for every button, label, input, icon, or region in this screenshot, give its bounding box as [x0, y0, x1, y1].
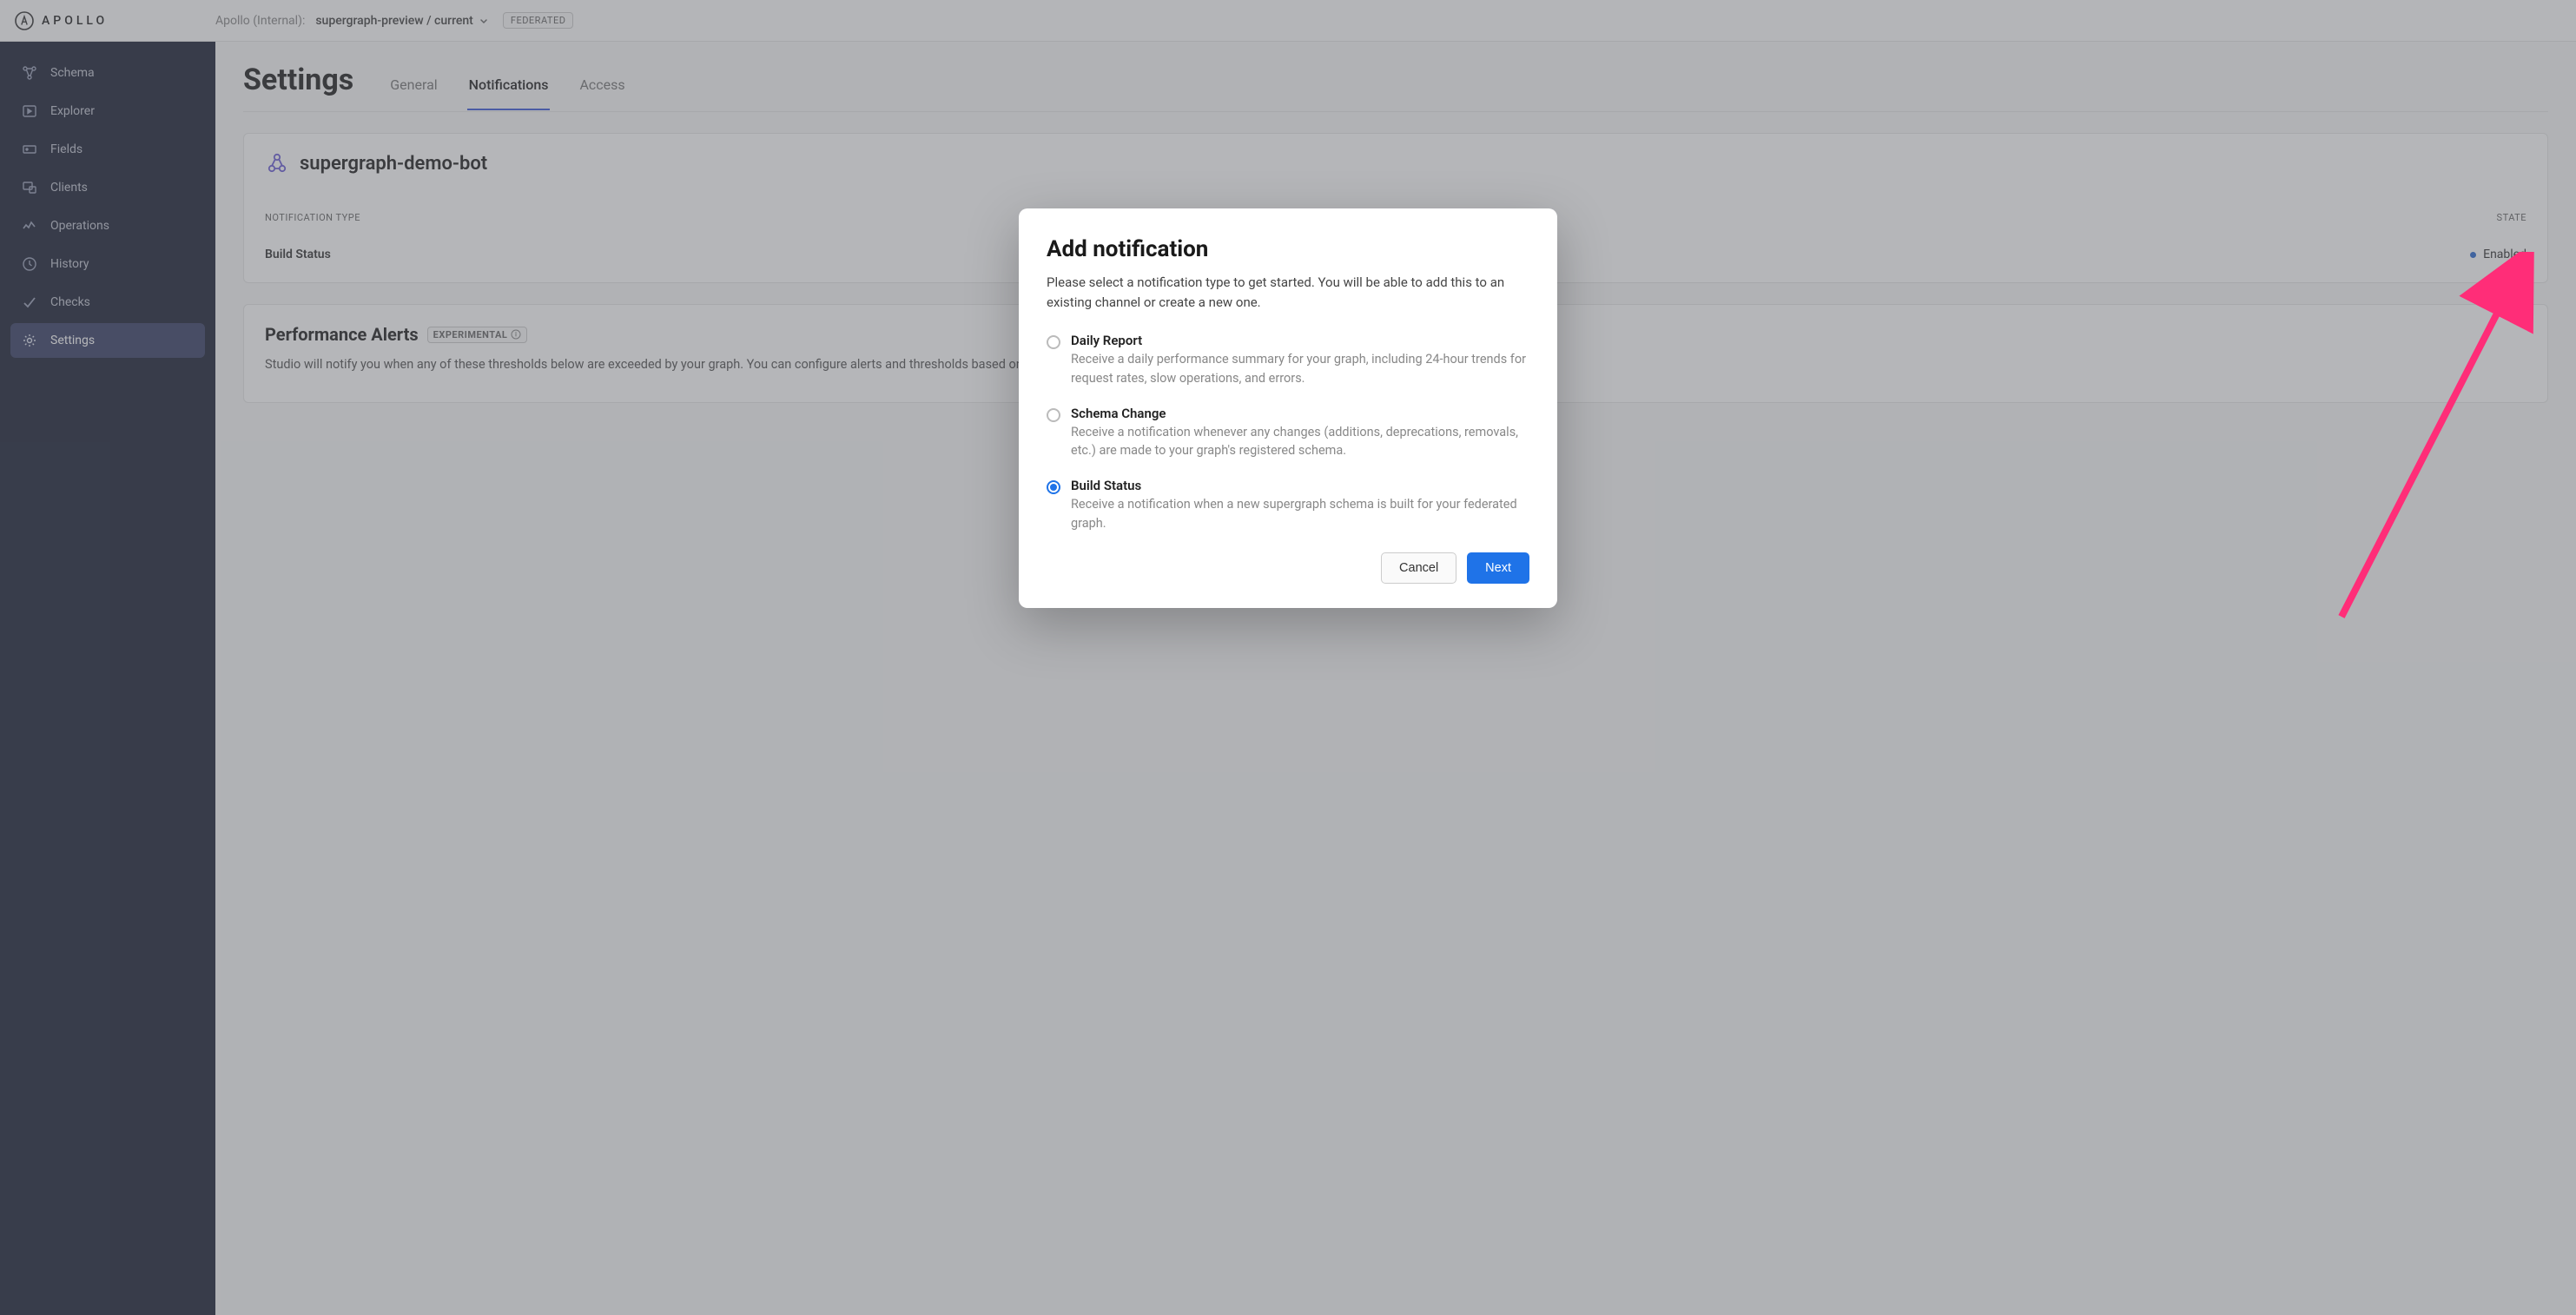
- radio-desc: Receive a daily performance summary for …: [1071, 350, 1529, 388]
- radio-icon: [1047, 335, 1060, 349]
- cancel-button[interactable]: Cancel: [1381, 552, 1456, 584]
- radio-label: Schema Change: [1071, 406, 1529, 421]
- radio-icon: [1047, 480, 1060, 494]
- modal-title: Add notification: [1047, 236, 1529, 262]
- modal-buttons: Cancel Next: [1047, 552, 1529, 584]
- radio-daily-report[interactable]: Daily Report Receive a daily performance…: [1047, 333, 1529, 388]
- radio-build-status[interactable]: Build Status Receive a notification when…: [1047, 478, 1529, 533]
- add-notification-modal: Add notification Please select a notific…: [1019, 208, 1557, 608]
- radio-label: Build Status: [1071, 478, 1529, 493]
- modal-overlay[interactable]: Add notification Please select a notific…: [0, 0, 2576, 1315]
- radio-desc: Receive a notification whenever any chan…: [1071, 423, 1529, 461]
- radio-icon: [1047, 408, 1060, 422]
- radio-schema-change[interactable]: Schema Change Receive a notification whe…: [1047, 406, 1529, 461]
- modal-subtitle: Please select a notification type to get…: [1047, 273, 1529, 312]
- radio-label: Daily Report: [1071, 333, 1529, 348]
- radio-desc: Receive a notification when a new superg…: [1071, 495, 1529, 533]
- next-button[interactable]: Next: [1467, 552, 1529, 584]
